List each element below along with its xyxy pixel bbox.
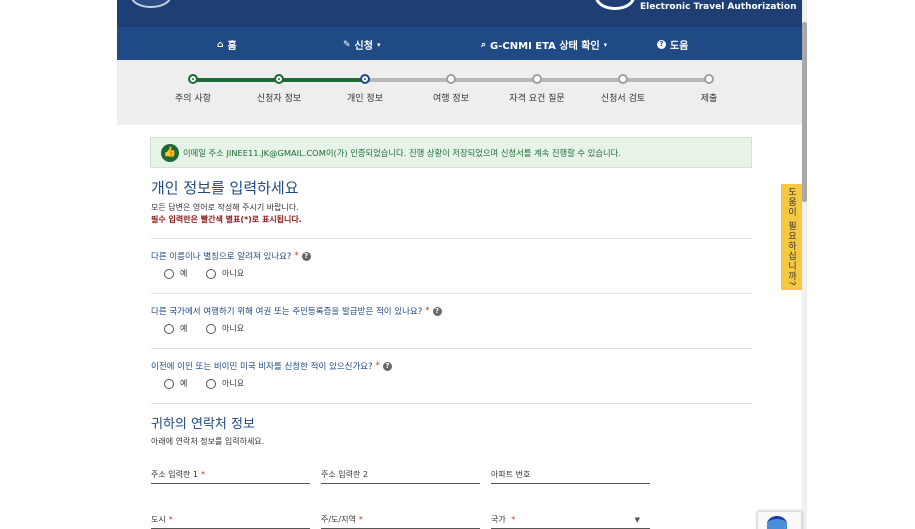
scrollbar-thumb[interactable] [802, 22, 807, 202]
step-dot-applicant [274, 74, 284, 84]
page-title: 개인 정보를 입력하세요 [151, 179, 299, 197]
field-label: 주/도/지역 [321, 515, 356, 524]
viewport: Electronic Travel Authorization ⌂ 홈 ✎ 신청… [0, 0, 915, 529]
radio-other-names-no[interactable]: 아니요 [206, 268, 244, 279]
field-label: 도시 [151, 515, 166, 524]
divider [151, 348, 752, 349]
radio-other-names-yes[interactable]: 예 [164, 268, 187, 279]
required-star: * [375, 361, 380, 371]
required-star: * [168, 515, 173, 524]
search-icon: ⌕ [481, 39, 487, 50]
step-dot-review [618, 74, 628, 84]
page-subtitle: 모든 답변은 영어로 작성해 주시기 바랍니다. [151, 203, 299, 212]
question-text: 다른 국가에서 여행하기 위해 여권 또는 주민등록증을 발급받은 적이 있나요… [151, 307, 423, 317]
contact-subtitle: 아래에 연락처 정보를 입력하세요. [151, 437, 265, 446]
nav-help-label: 도움 [670, 41, 689, 52]
step-dot-eligibility [532, 74, 542, 84]
radio-circle[interactable] [206, 378, 216, 389]
field-label: 주소 입력란 1 [151, 470, 198, 479]
radio-us-visa-yes[interactable]: 예 [164, 378, 187, 389]
nav-apply-label: 신청 [354, 41, 373, 52]
step-label-eligibility: 자격 요건 질문 [509, 94, 565, 104]
address2-field[interactable]: 주소 입력란 2 [321, 466, 480, 484]
radio-other-passport-yes[interactable]: 예 [164, 323, 187, 334]
nav-home-label: 홈 [227, 41, 237, 52]
radio-label: 아니요 [222, 269, 245, 278]
question-other-names: 다른 이름이나 별칭으로 알려져 있나요? * ? [151, 250, 311, 262]
radio-label: 예 [180, 324, 188, 333]
field-label: 아파트 번호 [491, 470, 531, 479]
nav-home[interactable]: ⌂ 홈 [217, 37, 237, 53]
alert-text: 이메일 주소 JINEE11.JK@GMAIL.COM이(가) 인증되었습니다.… [183, 147, 621, 158]
radio-circle[interactable] [164, 378, 174, 389]
home-icon: ⌂ [217, 39, 224, 50]
divider [151, 403, 752, 404]
chevron-down-icon: ▼ [634, 515, 640, 524]
country-label-wrap: 국가 * [491, 514, 515, 525]
radio-circle[interactable] [164, 323, 174, 334]
nav-help[interactable]: ? 도움 [657, 37, 688, 52]
state-field[interactable]: 주/도/지역 * [321, 511, 480, 529]
address1-field[interactable]: 주소 입력란 1 * [151, 466, 310, 484]
required-star: * [425, 306, 430, 316]
step-dot-submit [704, 74, 714, 84]
help-icon[interactable]: ? [301, 251, 311, 261]
country-select[interactable]: 국가 * ▼ [491, 511, 650, 529]
divider [151, 293, 752, 294]
nav-status-label: G-CNMI ETA 상태 확인 [490, 41, 600, 52]
step-dot-travel [446, 74, 456, 84]
recaptcha-badge[interactable] [757, 511, 802, 529]
radio-label: 예 [180, 379, 188, 388]
page: Electronic Travel Authorization ⌂ 홈 ✎ 신청… [117, 0, 802, 529]
radio-other-passport-no[interactable]: 아니요 [206, 323, 244, 334]
question-us-visa: 이전에 이민 또는 비이민 미국 비자를 신청한 적이 있으신가요? * ? [151, 360, 392, 372]
recaptcha-icon [767, 516, 787, 529]
chevron-down-icon: ▾ [603, 40, 608, 49]
step-label-applicant: 신청자 정보 [256, 94, 302, 104]
apartment-field[interactable]: 아파트 번호 [491, 466, 650, 484]
step-label-review: 신청서 검토 [600, 94, 646, 104]
radio-circle[interactable] [164, 268, 174, 279]
eta-logo [595, 0, 635, 10]
divider [151, 238, 752, 239]
question-text: 이전에 이민 또는 비이민 미국 비자를 신청한 적이 있으신가요? [151, 362, 373, 372]
required-star: * [358, 515, 363, 524]
pencil-icon: ✎ [343, 39, 351, 50]
step-label-personal: 개인 정보 [347, 94, 383, 104]
radio-circle[interactable] [206, 323, 216, 334]
nav-apply[interactable]: ✎ 신청 ▾ [343, 37, 381, 53]
need-help-tab[interactable]: 도움이 필요하십니까? [781, 184, 802, 290]
nav-status[interactable]: ⌕ G-CNMI ETA 상태 확인 ▾ [481, 37, 608, 53]
government-seal-logo [131, 0, 171, 8]
required-star: * [294, 251, 299, 261]
radio-label: 아니요 [222, 324, 245, 333]
step-dot-notice [188, 74, 198, 84]
main-nav: ⌂ 홈 ✎ 신청 ▾ ⌕ G-CNMI ETA 상태 확인 ▾ ? 도움 [117, 27, 802, 60]
city-field[interactable]: 도시 * [151, 511, 310, 529]
thumbs-up-icon: 👍 [161, 143, 179, 162]
step-dot-personal [360, 74, 370, 84]
contact-title: 귀하의 연락처 정보 [151, 417, 255, 432]
required-note: 필수 입력란은 빨간색 별표(*)로 표시됩니다. [151, 215, 302, 224]
question-icon: ? [657, 40, 666, 49]
help-icon[interactable]: ? [432, 306, 442, 316]
required-star: * [511, 515, 516, 524]
step-label-submit: 제출 [700, 94, 718, 104]
email-verified-alert: 👍 이메일 주소 JINEE11.JK@GMAIL.COM이(가) 인증되었습니… [150, 137, 752, 168]
field-label: 주소 입력란 2 [321, 470, 368, 479]
step-label-notice: 주의 사항 [175, 94, 211, 104]
radio-label: 아니요 [222, 379, 245, 388]
radio-label: 예 [180, 269, 188, 278]
chevron-down-icon: ▾ [376, 40, 381, 49]
help-icon[interactable]: ? [382, 361, 392, 371]
question-other-passport: 다른 국가에서 여행하기 위해 여권 또는 주민등록증을 발급받은 적이 있나요… [151, 305, 442, 317]
step-label-travel: 여행 정보 [433, 94, 469, 104]
eta-title: Electronic Travel Authorization [640, 2, 797, 12]
radio-us-visa-no[interactable]: 아니요 [206, 378, 244, 389]
question-text: 다른 이름이나 별칭으로 알려져 있나요? [151, 252, 292, 262]
site-header: Electronic Travel Authorization [117, 0, 802, 27]
field-label: 국가 [491, 515, 506, 524]
required-star: * [200, 470, 205, 479]
radio-circle[interactable] [206, 268, 216, 279]
